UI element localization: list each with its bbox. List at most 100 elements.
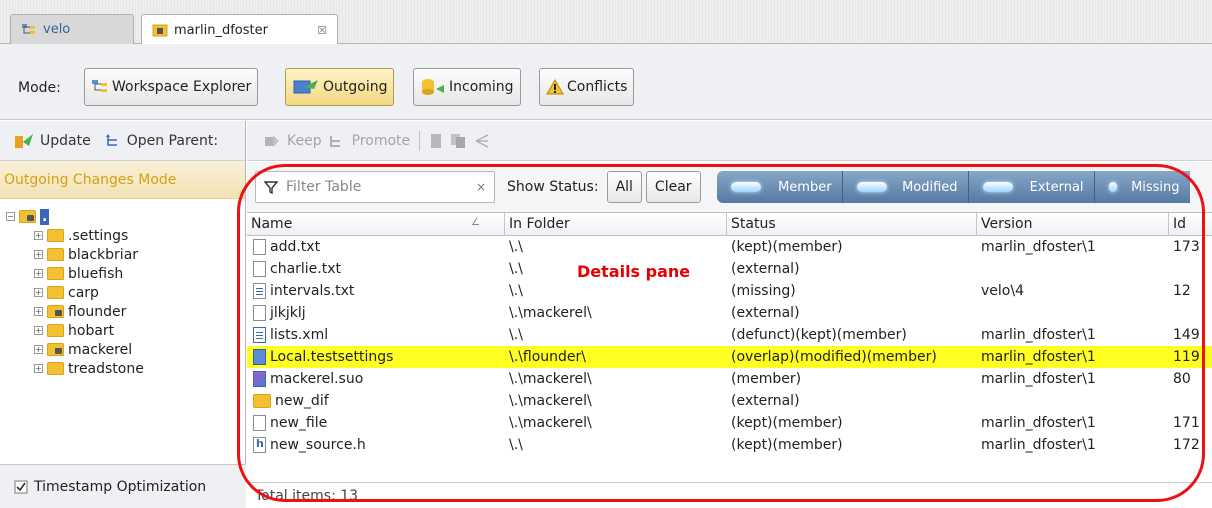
- status-chip-member[interactable]: Member: [717, 171, 843, 203]
- tree-item-blackbriar[interactable]: + blackbriar: [24, 245, 245, 264]
- filter-icon: [264, 181, 278, 194]
- update-button[interactable]: Update: [40, 133, 91, 149]
- column-label: Id: [1173, 216, 1187, 232]
- cell-name: jlkjklj: [270, 305, 306, 321]
- settings-file-icon: [253, 349, 266, 365]
- branch-icon[interactable]: [473, 133, 491, 149]
- expand-icon[interactable]: +: [34, 250, 43, 259]
- expand-icon[interactable]: +: [34, 307, 43, 316]
- expand-icon[interactable]: +: [34, 326, 43, 335]
- table-row[interactable]: charlie.txt \.\ (external): [247, 258, 1212, 280]
- status-chip-modified[interactable]: Modified: [843, 171, 969, 203]
- mode-label: Mode:: [18, 80, 61, 96]
- workspace-explorer-button[interactable]: Workspace Explorer: [84, 68, 259, 106]
- table-row[interactable]: mackerel.suo \.\mackerel\ (member) marli…: [247, 368, 1212, 390]
- copy-documents-icon[interactable]: [449, 133, 467, 149]
- open-parent-icon[interactable]: [105, 133, 121, 149]
- column-header-version[interactable]: Version: [977, 213, 1169, 235]
- document-icon[interactable]: [429, 133, 443, 149]
- filter-table-input[interactable]: Filter Table ×: [255, 171, 495, 203]
- clear-filter-icon[interactable]: ×: [476, 180, 486, 194]
- total-items-label: Total items: 13: [247, 482, 1212, 508]
- button-label: Conflicts: [567, 79, 628, 95]
- close-tab-icon[interactable]: ☒: [317, 24, 327, 37]
- checkbox-icon[interactable]: [14, 480, 28, 494]
- tree-item-carp[interactable]: + carp: [24, 283, 245, 302]
- tree-item-hobart[interactable]: + hobart: [24, 321, 245, 340]
- cell-id: 173: [1173, 239, 1200, 255]
- tab-marlin-dfoster[interactable]: marlin_dfoster ☒: [141, 14, 338, 45]
- table-row[interactable]: lists.xml \.\ (defunct)(kept)(member) ma…: [247, 324, 1212, 346]
- update-icon[interactable]: [14, 132, 34, 150]
- cell-version: marlin_dfoster\1: [981, 415, 1096, 431]
- cell-version: marlin_dfoster\1: [981, 239, 1096, 255]
- table-row-highlighted[interactable]: Local.testsettings \.\flounder\ (overlap…: [247, 346, 1212, 368]
- expand-icon[interactable]: +: [34, 231, 43, 240]
- tree-item-bluefish[interactable]: + bluefish: [24, 264, 245, 283]
- show-all-button[interactable]: All: [606, 171, 642, 203]
- tree-item-treadstone[interactable]: + treadstone: [24, 359, 245, 378]
- folder-tree: − . + .settings + blackbriar + bluefish …: [0, 199, 245, 461]
- tree-item-label: flounder: [68, 303, 127, 320]
- tree-item-label: mackerel: [68, 341, 133, 358]
- open-parent-button[interactable]: Open Parent:: [127, 133, 218, 149]
- cell-folder: \.\mackerel\: [509, 415, 592, 431]
- status-chip-missing[interactable]: Missing: [1095, 171, 1190, 203]
- expand-icon[interactable]: +: [34, 364, 43, 373]
- cell-folder: \.\: [509, 239, 523, 255]
- folder-icon: [253, 394, 271, 408]
- file-icon: [253, 305, 266, 321]
- table-row[interactable]: new_file \.\mackerel\ (kept)(member) mar…: [247, 412, 1212, 434]
- expand-icon[interactable]: +: [34, 345, 43, 354]
- cell-status: (external): [731, 261, 800, 277]
- column-header-name[interactable]: Name ∠: [247, 213, 505, 235]
- status-toggle-icon: [982, 182, 1013, 192]
- xml-file-icon: [253, 327, 266, 343]
- incoming-icon: [422, 79, 444, 95]
- keep-button[interactable]: Keep: [287, 133, 322, 149]
- button-label: Outgoing: [323, 79, 388, 95]
- expand-icon[interactable]: +: [34, 269, 43, 278]
- keep-icon[interactable]: [263, 133, 281, 149]
- incoming-button[interactable]: Incoming: [413, 68, 521, 106]
- text-document-icon: [253, 283, 266, 299]
- table-row[interactable]: new_source.h \.\ (kept)(member) marlin_d…: [247, 434, 1212, 456]
- status-chip-external[interactable]: External: [969, 171, 1095, 203]
- header-file-icon: [253, 437, 266, 453]
- workspace-tree-icon: [92, 80, 107, 92]
- timestamp-optimization-toggle[interactable]: Timestamp Optimization: [0, 464, 246, 508]
- cell-status: (kept)(member): [731, 239, 843, 255]
- cell-status: (defunct)(kept)(member): [731, 327, 907, 343]
- table-row[interactable]: intervals.txt \.\ (missing) velo\4 12: [247, 280, 1212, 302]
- outgoing-button[interactable]: Outgoing: [285, 68, 395, 106]
- promote-icon[interactable]: [328, 133, 346, 149]
- clear-status-button[interactable]: Clear: [645, 171, 701, 203]
- promote-button[interactable]: Promote: [352, 133, 411, 149]
- outgoing-icon: [293, 80, 318, 94]
- cell-name: Local.testsettings: [270, 349, 394, 365]
- tree-item-mackerel[interactable]: + mackerel: [24, 340, 245, 359]
- expand-icon[interactable]: +: [34, 288, 43, 297]
- cell-folder: \.\mackerel\: [509, 305, 592, 321]
- cell-version: velo\4: [981, 283, 1024, 299]
- tab-label: marlin_dfoster: [174, 22, 268, 38]
- column-header-in-folder[interactable]: In Folder: [505, 213, 727, 235]
- cell-name: add.txt: [270, 239, 321, 255]
- details-pane-annotation: Details pane: [577, 262, 691, 281]
- column-header-id[interactable]: Id: [1169, 213, 1212, 235]
- tab-velo[interactable]: velo: [10, 14, 134, 44]
- folder-modified-icon: [47, 305, 64, 318]
- table-row[interactable]: new_dif \.\mackerel\ (external): [247, 390, 1212, 412]
- conflicts-button[interactable]: Conflicts: [539, 68, 635, 106]
- tree-item-settings[interactable]: + .settings: [24, 226, 245, 245]
- tree-root[interactable]: − .: [6, 207, 245, 226]
- tree-item-flounder[interactable]: + flounder: [24, 302, 245, 321]
- cell-status: (kept)(member): [731, 415, 843, 431]
- status-chip-label: Member: [778, 179, 832, 195]
- cell-id: [1169, 258, 1212, 280]
- status-chip-label: Missing: [1131, 179, 1180, 195]
- column-header-status[interactable]: Status: [727, 213, 977, 235]
- table-row[interactable]: jlkjklj \.\mackerel\ (external): [247, 302, 1212, 324]
- table-row[interactable]: add.txt \.\ (kept)(member) marlin_dfoste…: [247, 236, 1212, 258]
- collapse-icon[interactable]: −: [6, 212, 15, 221]
